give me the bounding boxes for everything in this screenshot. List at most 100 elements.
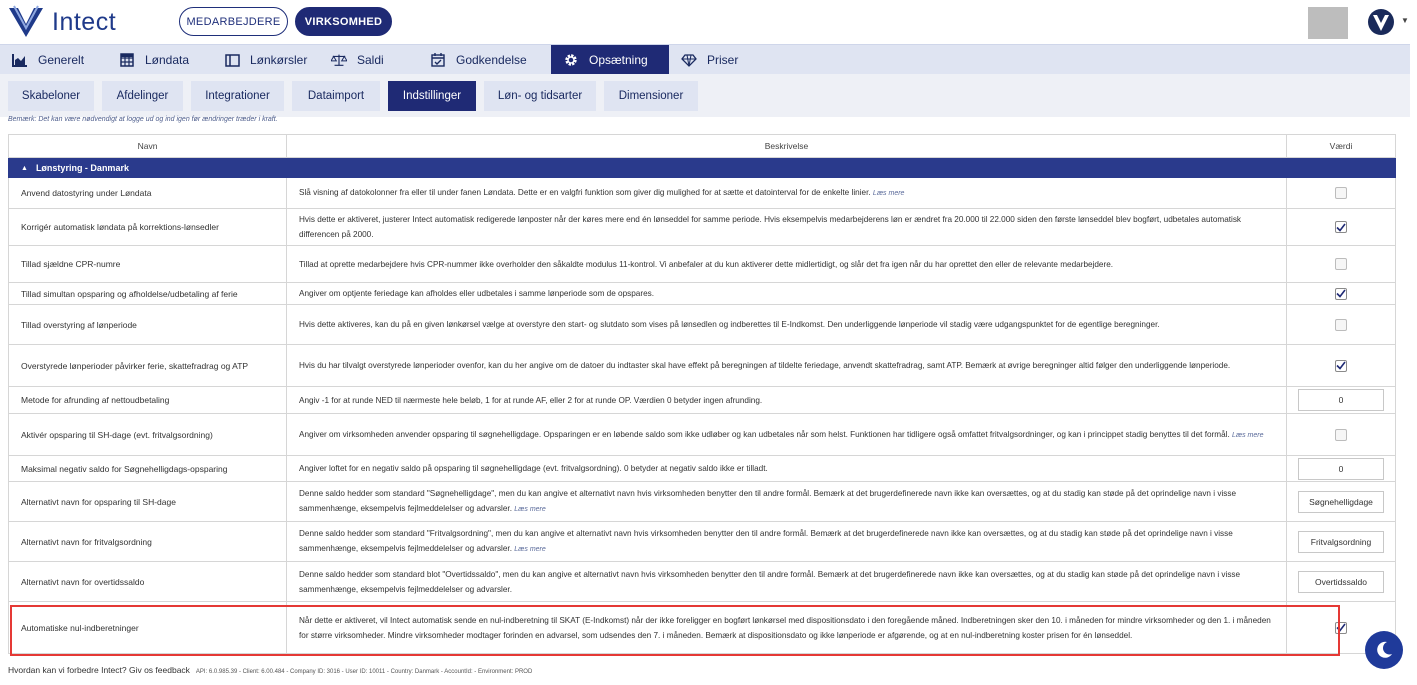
app-header: Intect MEDARBEJDERE VIRKSOMHED ▼ <box>0 0 1417 44</box>
subtab-dimensioner[interactable]: Dimensioner <box>604 81 698 111</box>
subtab-afdelinger[interactable]: Afdelinger <box>102 81 183 111</box>
calendar-check-icon <box>430 53 446 67</box>
tab-label: Godkendelse <box>456 53 527 67</box>
table-row: Korrigér automatisk løndata på korrektio… <box>8 209 1396 246</box>
table-header: Navn Beskrivelse Værdi <box>8 134 1396 158</box>
setting-checkbox[interactable] <box>1335 187 1347 199</box>
setting-input[interactable]: 0 <box>1298 389 1384 411</box>
setting-input[interactable]: 0 <box>1298 457 1384 480</box>
diamond-icon <box>681 53 697 67</box>
description-text: Denne saldo hedder som standard "Fritval… <box>299 529 1233 553</box>
tab-generelt[interactable]: Generelt <box>0 45 107 75</box>
read-more-link[interactable]: Læs mere <box>514 506 546 513</box>
tab-priser[interactable]: Priser <box>669 45 759 75</box>
setting-description-text: Denne saldo hedder som standard "Søgnehe… <box>299 486 1272 517</box>
tab-saldi[interactable]: Saldi <box>319 45 418 75</box>
setting-description-text: Angiv -1 for at runde NED til nærmeste h… <box>299 393 762 408</box>
scale-icon <box>331 53 347 67</box>
setting-value: Overtidssaldo <box>1287 562 1395 601</box>
tab-label: Lønkørsler <box>250 53 308 67</box>
column-header-description[interactable]: Beskrivelse <box>287 135 1287 157</box>
tab-godkendelse[interactable]: Godkendelse <box>418 45 551 75</box>
setting-input[interactable]: Søgnehelligdage <box>1298 490 1384 513</box>
setting-checkbox[interactable] <box>1335 318 1347 331</box>
description-text: Hvis dette er aktiveret, justerer Intect… <box>299 215 1242 239</box>
setting-value: Fritvalgsordning <box>1287 522 1395 561</box>
highlight-box <box>10 605 1340 656</box>
table-grid-icon <box>119 53 135 67</box>
setting-checkbox[interactable] <box>1335 221 1347 233</box>
setting-name: Tillad simultan opsparing og afholdelse/… <box>9 283 287 304</box>
setting-name: Tillad sjældne CPR-numre <box>9 246 287 282</box>
tab-label: Saldi <box>357 53 384 67</box>
setting-name: Metode for afrunding af nettoudbetaling <box>9 387 287 413</box>
subtab-loen-og-tidsarter[interactable]: Løn- og tidsarter <box>484 81 596 111</box>
feedback-link[interactable]: Giv os feedback <box>129 665 190 675</box>
employees-mode-button[interactable]: MEDARBEJDERE <box>179 7 288 36</box>
setting-input[interactable]: Overtidssaldo <box>1298 570 1384 593</box>
company-logo-placeholder[interactable] <box>1308 7 1348 39</box>
checkmark-icon <box>1336 289 1346 298</box>
setting-description-text: Angiver loftet for en negativ saldo på o… <box>299 461 768 476</box>
setting-input[interactable]: Fritvalgsordning <box>1298 530 1384 553</box>
tab-loendata[interactable]: Løndata <box>107 45 213 75</box>
read-more-link[interactable]: Læs mere <box>1232 432 1264 439</box>
column-header-value[interactable]: Værdi <box>1287 135 1395 157</box>
window-icon <box>225 53 240 67</box>
company-mode-button[interactable]: VIRKSOMHED <box>295 7 392 36</box>
setting-value <box>1287 178 1395 208</box>
sub-nav: Skabeloner Afdelinger Integrationer Data… <box>0 74 1410 117</box>
column-header-name[interactable]: Navn <box>9 135 287 157</box>
setting-name: Korrigér automatisk løndata på korrektio… <box>9 209 287 245</box>
checkmark-icon <box>1336 223 1346 232</box>
subtab-indstillinger[interactable]: Indstillinger <box>388 81 476 111</box>
section-header-loenstyring[interactable]: ▲ Lønstyring - Danmark <box>8 158 1396 178</box>
setting-value <box>1287 283 1395 304</box>
setting-value: Søgnehelligdage <box>1287 482 1395 521</box>
tab-label: Løndata <box>145 53 190 67</box>
description-text: Angiver om optjente feriedage kan afhold… <box>299 289 654 298</box>
setting-description: Denne saldo hedder som standard "Søgnehe… <box>287 482 1287 521</box>
dark-mode-button[interactable] <box>1365 631 1403 669</box>
setting-description-text: Tillad at oprette medarbejdere hvis CPR-… <box>299 257 1113 272</box>
user-avatar-icon <box>1368 9 1394 35</box>
setting-checkbox[interactable] <box>1335 287 1347 300</box>
setting-checkbox[interactable] <box>1335 359 1347 372</box>
subtab-dataimport[interactable]: Dataimport <box>292 81 380 111</box>
version-info: API: 6.0.985.39 - Client: 6.00.484 - Com… <box>195 669 533 675</box>
brand-logo[interactable]: Intect <box>6 4 116 40</box>
setting-description-text: Slå visning af datokolonner fra eller ti… <box>299 185 904 201</box>
subtab-integrationer[interactable]: Integrationer <box>191 81 284 111</box>
description-text: Hvis dette aktiveres, kan du på en given… <box>299 320 1160 329</box>
table-row: Aktivér opsparing til SH-dage (evt. frit… <box>8 414 1396 456</box>
tab-loenkoersler[interactable]: Lønkørsler <box>213 45 319 75</box>
gear-icon <box>563 53 579 67</box>
description-text: Tillad at oprette medarbejdere hvis CPR-… <box>299 259 1114 269</box>
subtab-skabeloner[interactable]: Skabeloner <box>8 81 94 111</box>
table-row: Maksimal negativ saldo for Søgnehelligda… <box>8 456 1396 482</box>
table-row: Overstyrede lønperioder påvirker ferie, … <box>8 345 1396 387</box>
section-title: Lønstyring - Danmark <box>35 163 129 173</box>
setting-value <box>1287 246 1395 282</box>
tab-opsaetning[interactable]: Opsætning <box>551 45 669 75</box>
setting-description: Hvis dette er aktiveret, justerer Intect… <box>287 209 1287 245</box>
intect-logo-icon <box>9 5 43 37</box>
description-text: Slå visning af datokolonner fra eller ti… <box>299 188 871 197</box>
table-row: Alternativt navn for fritvalgsordning Den… <box>8 522 1396 562</box>
description-text: Angiv -1 for at runde NED til nærmeste h… <box>299 395 763 405</box>
setting-checkbox[interactable] <box>1335 258 1347 270</box>
read-more-link[interactable]: Læs mere <box>514 546 546 553</box>
setting-value: 0 <box>1287 456 1395 481</box>
footer: Hvordan kan vi forbedre Intect? Giv os f… <box>8 665 532 675</box>
setting-description-text: Denne saldo hedder som standard "Fritval… <box>299 526 1272 557</box>
setting-description: Angiver loftet for en negativ saldo på o… <box>287 456 1287 481</box>
read-more-link[interactable]: Læs mere <box>873 190 905 197</box>
setting-description: Angiver om optjente feriedage kan afhold… <box>287 283 1287 304</box>
user-avatar[interactable] <box>1367 8 1395 36</box>
setting-description-text: Angiver om optjente feriedage kan afhold… <box>299 286 654 301</box>
description-text: Denne saldo hedder som standard blot "Ov… <box>299 569 1241 594</box>
setting-checkbox[interactable] <box>1335 428 1347 441</box>
setting-description: Tillad at oprette medarbejdere hvis CPR-… <box>287 246 1287 282</box>
chevron-down-icon[interactable]: ▼ <box>1401 16 1409 25</box>
setting-name: Tillad overstyring af lønperiode <box>9 305 287 344</box>
